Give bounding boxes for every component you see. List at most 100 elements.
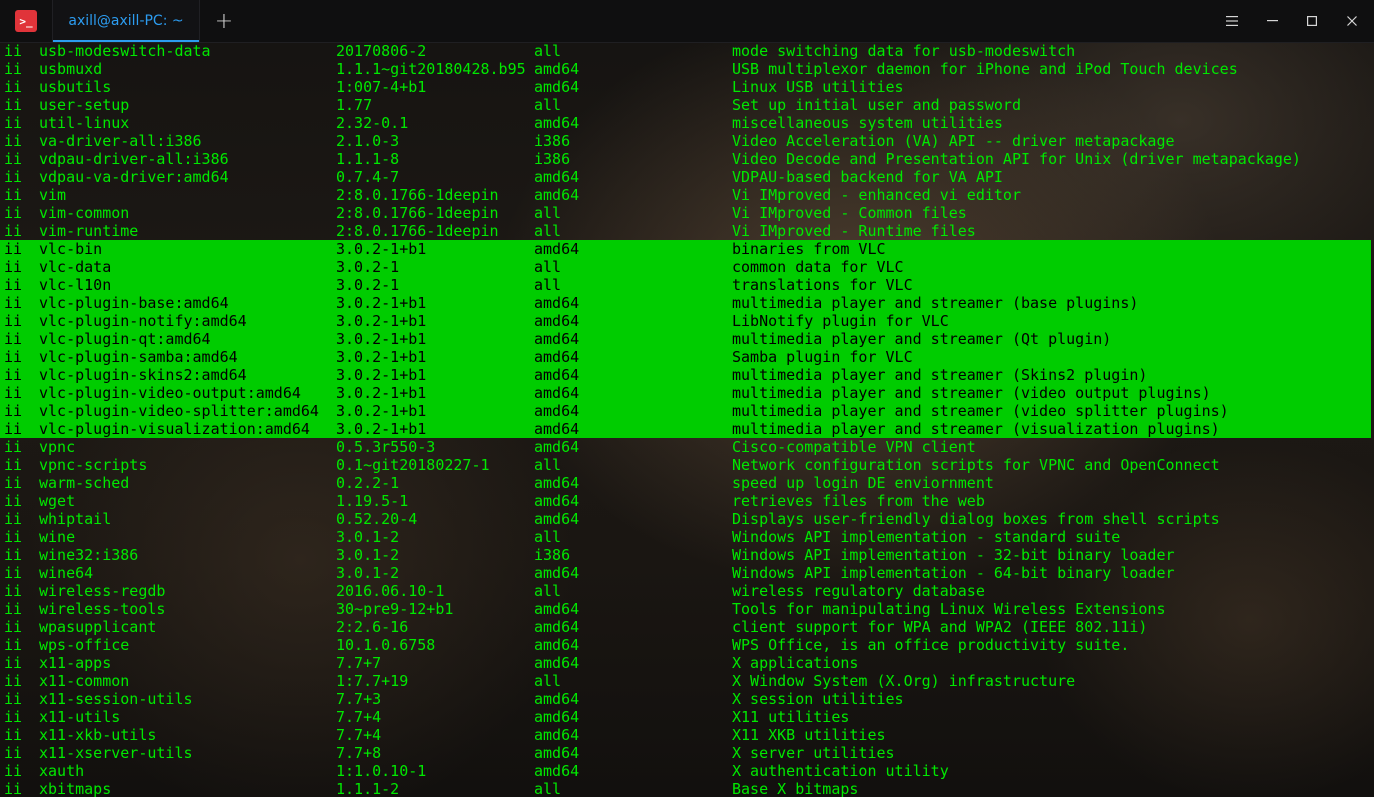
terminal-line[interactable]: ii wireless-regdb 2016.06.10-1 all wireless … [0, 582, 1374, 600]
package-arch: all [534, 528, 562, 546]
package-version: 3.0.2-1+b1 [336, 384, 427, 402]
terminal-line[interactable]: ii x11-utils 7.7+4 amd64 X11 utilities [0, 708, 1374, 726]
package-arch: amd64 [534, 240, 580, 258]
hamburger-menu-icon [1226, 16, 1238, 26]
terminal-icon[interactable]: >_ [15, 10, 37, 32]
package-name: wpasupplicant [39, 618, 157, 636]
package-arch: amd64 [534, 690, 580, 708]
close-button[interactable] [1332, 0, 1372, 42]
terminal-line[interactable]: ii xauth 1:1.0.10-1 amd64 X authentication u… [0, 762, 1374, 780]
package-version: 2.1.0-3 [336, 132, 400, 150]
terminal-line[interactable]: ii vdpau-driver-all:i386 1.1.1-8 i386 Video … [0, 150, 1374, 168]
terminal-line[interactable]: ii vlc-l10n 3.0.2-1 all translations for VLC [0, 276, 1371, 294]
terminal-line[interactable]: ii usbutils 1:007-4+b1 amd64 Linux USB utili… [0, 78, 1374, 96]
terminal-line[interactable]: ii x11-xserver-utils 7.7+8 amd64 X server ut… [0, 744, 1374, 762]
package-arch: amd64 [534, 78, 580, 96]
terminal-line[interactable]: ii wget 1.19.5-1 amd64 retrieves files from … [0, 492, 1374, 510]
terminal-line[interactable]: ii x11-common 1:7.7+19 all X Window System (… [0, 672, 1374, 690]
package-name: va-driver-all:i386 [39, 132, 202, 150]
close-icon [1347, 16, 1357, 26]
package-description: miscellaneous system utilities [732, 114, 1003, 132]
package-name: vdpau-driver-all:i386 [39, 150, 229, 168]
terminal-output[interactable]: ii usb-modeswitch-data 20170806-2 all mode s… [0, 42, 1374, 797]
package-version: 3.0.2-1+b1 [336, 402, 427, 420]
package-arch: amd64 [534, 312, 580, 330]
terminal-line[interactable]: ii va-driver-all:i386 2.1.0-3 i386 Video Acc… [0, 132, 1374, 150]
terminal-line[interactable]: ii vlc-plugin-base:amd64 3.0.2-1+b1 amd64 mu… [0, 294, 1371, 312]
title-bar[interactable]: >_ axill@axill-PC: ~ + [0, 0, 1374, 43]
terminal-line[interactable]: ii vpnc-scripts 0.1~git20180227-1 all Networ… [0, 456, 1374, 474]
terminal-line[interactable]: ii x11-apps 7.7+7 amd64 X applications [0, 654, 1374, 672]
package-status: ii [4, 258, 23, 276]
package-arch: amd64 [534, 708, 580, 726]
package-status: ii [4, 690, 23, 708]
package-status: ii [4, 96, 23, 114]
package-version: 2016.06.10-1 [336, 582, 445, 600]
tab-terminal[interactable]: axill@axill-PC: ~ [52, 0, 200, 42]
package-version: 3.0.2-1+b1 [336, 294, 427, 312]
terminal-line[interactable]: ii wine32:i386 3.0.1-2 i386 Windows API impl… [0, 546, 1374, 564]
package-description: X11 XKB utilities [732, 726, 886, 744]
terminal-line[interactable]: ii x11-xkb-utils 7.7+4 amd64 X11 XKB utiliti… [0, 726, 1374, 744]
terminal-line[interactable]: ii vlc-plugin-samba:amd64 3.0.2-1+b1 amd64 S… [0, 348, 1371, 366]
new-tab-button[interactable]: + [200, 0, 248, 42]
terminal-line[interactable]: ii vim-common 2:8.0.1766-1deepin all Vi IMpr… [0, 204, 1374, 222]
package-version: 1:7.7+19 [336, 672, 409, 690]
package-description: multimedia player and streamer (Qt plugi… [732, 330, 1112, 348]
terminal-line[interactable]: ii vlc-plugin-video-splitter:amd64 3.0.2-1… [0, 402, 1371, 420]
terminal-line[interactable]: ii vdpau-va-driver:amd64 0.7.4-7 amd64 VDPAU… [0, 168, 1374, 186]
terminal-line[interactable]: ii usb-modeswitch-data 20170806-2 all mode s… [0, 42, 1374, 60]
terminal-line[interactable]: ii vim 2:8.0.1766-1deepin amd64 Vi IMproved … [0, 186, 1374, 204]
terminal-line[interactable]: ii user-setup 1.77 all Set up initial user a… [0, 96, 1374, 114]
maximize-button[interactable] [1292, 0, 1332, 42]
terminal-line[interactable]: ii vlc-plugin-visualization:amd64 3.0.2-1+… [0, 420, 1371, 438]
terminal-line[interactable]: ii xbitmaps 1.1.1-2 all Base X bitmaps [0, 780, 1374, 797]
package-arch: amd64 [534, 510, 580, 528]
package-status: ii [4, 492, 23, 510]
package-arch: all [534, 780, 562, 797]
package-arch: i386 [534, 132, 571, 150]
package-version: 3.0.2-1+b1 [336, 366, 427, 384]
package-version: 10.1.0.6758 [336, 636, 436, 654]
package-version: 3.0.2-1+b1 [336, 240, 427, 258]
menu-button[interactable] [1212, 0, 1252, 42]
package-description: X11 utilities [732, 708, 850, 726]
package-status: ii [4, 60, 23, 78]
terminal-line[interactable]: ii vlc-plugin-notify:amd64 3.0.2-1+b1 amd64… [0, 312, 1371, 330]
terminal-line[interactable]: ii wps-office 10.1.0.6758 amd64 WPS Office, … [0, 636, 1374, 654]
package-status: ii [4, 276, 23, 294]
title-bar-drag-area[interactable] [248, 0, 1212, 42]
terminal-line[interactable]: ii vlc-plugin-qt:amd64 3.0.2-1+b1 amd64 mult… [0, 330, 1371, 348]
terminal-line[interactable]: ii warm-sched 0.2.2-1 amd64 speed up login D… [0, 474, 1374, 492]
package-description: Set up initial user and password [732, 96, 1021, 114]
terminal-line[interactable]: ii vim-runtime 2:8.0.1766-1deepin all Vi IMp… [0, 222, 1374, 240]
terminal-line[interactable]: ii vlc-plugin-skins2:amd64 3.0.2-1+b1 amd64… [0, 366, 1371, 384]
minimize-button[interactable] [1252, 0, 1292, 42]
terminal-line[interactable]: ii vpnc 0.5.3r550-3 amd64 Cisco-compatible V… [0, 438, 1374, 456]
package-description: VDPAU-based backend for VA API [732, 168, 1003, 186]
package-version: 7.7+8 [336, 744, 382, 762]
terminal-line[interactable]: ii x11-session-utils 7.7+3 amd64 X session u… [0, 690, 1374, 708]
terminal-line[interactable]: ii wireless-tools 30~pre9-12+b1 amd64 Tools … [0, 600, 1374, 618]
package-status: ii [4, 780, 23, 797]
package-status: ii [4, 474, 23, 492]
terminal-line[interactable]: ii vlc-bin 3.0.2-1+b1 amd64 binaries from VL… [0, 240, 1371, 258]
terminal-line[interactable]: ii vlc-data 3.0.2-1 all common data for VLC [0, 258, 1371, 276]
package-version: 7.7+7 [336, 654, 382, 672]
package-version: 2.32-0.1 [336, 114, 409, 132]
package-version: 1.1.1-8 [336, 150, 400, 168]
package-arch: all [534, 204, 562, 222]
terminal-line[interactable]: ii util-linux 2.32-0.1 amd64 miscellaneous s… [0, 114, 1374, 132]
terminal-line[interactable]: ii wine 3.0.1-2 all Windows API implementati… [0, 528, 1374, 546]
package-description: common data for VLC [732, 258, 904, 276]
package-version: 0.5.3r550-3 [336, 438, 436, 456]
package-name: wireless-regdb [39, 582, 166, 600]
terminal-line[interactable]: ii vlc-plugin-video-output:amd64 3.0.2-1+b… [0, 384, 1371, 402]
package-status: ii [4, 456, 23, 474]
terminal-line[interactable]: ii whiptail 0.52.20-4 amd64 Displays user-fr… [0, 510, 1374, 528]
terminal-line[interactable]: ii wine64 3.0.1-2 amd64 Windows API implemen… [0, 564, 1374, 582]
package-status: ii [4, 312, 23, 330]
terminal-line[interactable]: ii usbmuxd 1.1.1~git20180428.b95 amd64 USB m… [0, 60, 1374, 78]
package-description: LibNotify plugin for VLC [732, 312, 949, 330]
terminal-line[interactable]: ii wpasupplicant 2:2.6-16 amd64 client suppo… [0, 618, 1374, 636]
